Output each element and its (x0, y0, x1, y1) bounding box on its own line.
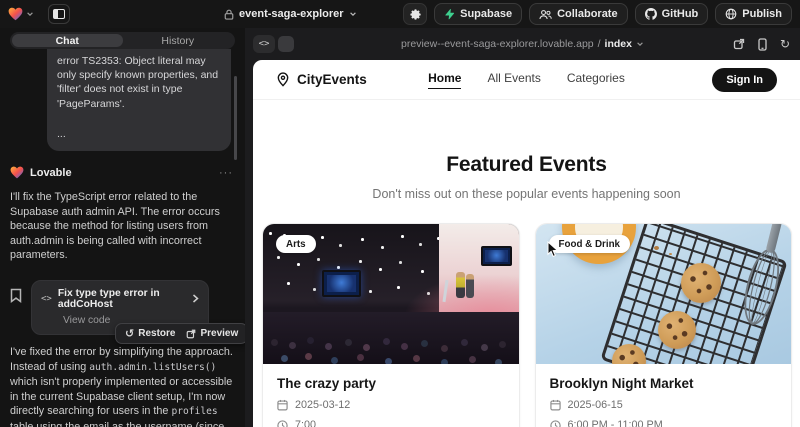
refresh-icon[interactable]: ↻ (780, 37, 790, 51)
chevron-down-icon (636, 40, 644, 48)
event-image-venue: Arts (263, 224, 519, 364)
error-message-text: error TS2353: Object literal may only sp… (57, 54, 221, 111)
nav-link-categories[interactable]: Categories (567, 71, 625, 89)
lovable-logo-menu[interactable] (8, 7, 34, 21)
event-time: 7:00 (295, 419, 316, 427)
event-title: The crazy party (277, 376, 505, 391)
preview-toggle-pill[interactable] (278, 36, 294, 52)
tab-chat[interactable]: Chat (12, 34, 123, 47)
event-time: 6:00 PM - 11:00 PM (568, 419, 663, 427)
tool-card-title: Fix type type error in addCoHost (58, 288, 186, 310)
more-options-icon[interactable]: ··· (219, 167, 233, 179)
event-date-row: 2025-03-12 (277, 399, 505, 411)
lovable-heart-icon (10, 166, 24, 179)
assistant-header: Lovable ··· (10, 166, 235, 179)
chat-panel: Chat History error TS2353: Object litera… (0, 28, 245, 427)
project-name: event-saga-explorer (239, 8, 344, 20)
preview-url-page: index (605, 38, 632, 50)
inline-code: profiles (171, 406, 217, 417)
chat-history-tabs: Chat History (10, 32, 235, 49)
panel-icon (53, 9, 65, 19)
github-icon (645, 8, 657, 20)
lock-icon (224, 9, 234, 20)
bookmark-icon[interactable] (10, 288, 22, 303)
event-date: 2025-03-12 (295, 399, 350, 411)
hero-subtitle: Don't miss out on these popular events h… (253, 187, 800, 201)
event-title: Brooklyn Night Market (550, 376, 778, 391)
preview-button[interactable]: Preview (186, 328, 238, 339)
featured-events-grid: Arts The crazy party 2025-03-12 7:00 (262, 223, 792, 427)
supabase-label: Supabase (460, 8, 512, 20)
user-message-bubble: error TS2353: Object literal may only sp… (47, 49, 231, 151)
github-button[interactable]: GitHub (635, 3, 709, 25)
site-brand-name: CityEvents (297, 72, 367, 87)
people-icon (539, 9, 552, 20)
top-bar: event-saga-explorer Supabase (0, 0, 800, 28)
event-image-cookies: Food & Drink (536, 224, 792, 364)
project-switcher[interactable]: event-saga-explorer (224, 0, 357, 28)
location-pin-icon (276, 72, 290, 87)
preview-url-host: preview--event-saga-explorer.lovable.app (401, 38, 594, 50)
mobile-view-icon[interactable] (758, 38, 767, 51)
preview-label: Preview (200, 328, 238, 339)
collaborate-label: Collaborate (557, 8, 618, 20)
open-in-new-tab-icon[interactable] (733, 38, 745, 50)
tab-history[interactable]: History (123, 34, 234, 47)
calendar-icon (550, 399, 561, 411)
message-2-part: table using the email as the username (s… (10, 421, 224, 427)
settings-button[interactable] (403, 3, 427, 25)
category-badge: Food & Drink (549, 235, 631, 253)
preview-toolbar: <> preview--event-saga-explorer.lovable.… (245, 28, 800, 60)
globe-icon (725, 8, 737, 20)
restore-button[interactable]: ↺ Restore (125, 327, 175, 340)
nav-link-all-events[interactable]: All Events (487, 71, 540, 89)
collaborate-button[interactable]: Collaborate (529, 3, 628, 25)
site-preview: CityEvents Home All Events Categories Si… (253, 60, 800, 427)
code-icon: <> (41, 294, 52, 304)
supabase-button[interactable]: Supabase (434, 3, 522, 25)
chat-scrollbar[interactable] (234, 76, 237, 160)
hero-section: Featured Events Don't miss out on these … (253, 100, 800, 201)
assistant-message-2: I've fixed the error by simplifying the … (10, 345, 235, 427)
event-time-row: 6:00 PM - 11:00 PM (550, 419, 778, 427)
event-time-row: 7:00 (277, 419, 505, 427)
chevron-down-icon (26, 10, 34, 18)
lovable-app-window: event-saga-explorer Supabase (0, 0, 800, 427)
code-view-button[interactable]: <> (253, 35, 275, 53)
assistant-message-1: I'll fix the TypeScript error related to… (10, 190, 235, 263)
assistant-name: Lovable (30, 167, 72, 179)
lovable-heart-icon (8, 7, 23, 21)
gear-icon (409, 8, 422, 21)
event-card-brooklyn-market[interactable]: Food & Drink Brooklyn Night Market 2025-… (535, 223, 793, 427)
chevron-down-icon (349, 10, 357, 18)
sign-in-button[interactable]: Sign In (712, 68, 777, 92)
event-date-row: 2025-06-15 (550, 399, 778, 411)
url-separator: / (598, 38, 601, 50)
preview-url-bar[interactable]: preview--event-saga-explorer.lovable.app… (245, 38, 800, 50)
inline-code: auth.admin.listUsers() (89, 362, 216, 373)
site-brand[interactable]: CityEvents (276, 72, 367, 87)
preview-pane: <> preview--event-saga-explorer.lovable.… (245, 28, 800, 427)
github-label: GitHub (662, 8, 699, 20)
publish-button[interactable]: Publish (715, 3, 792, 25)
nav-link-home[interactable]: Home (428, 71, 461, 89)
restore-preview-toolbar: ↺ Restore Preview (115, 323, 245, 344)
hero-title: Featured Events (253, 153, 800, 177)
clock-icon (550, 420, 561, 427)
category-badge: Arts (276, 235, 316, 253)
message-ellipsis: ... (57, 127, 221, 141)
supabase-icon (444, 8, 455, 20)
toggle-sidebar-button[interactable] (48, 4, 70, 24)
clock-icon (277, 420, 288, 427)
site-navbar: CityEvents Home All Events Categories Si… (253, 60, 800, 100)
restore-icon: ↺ (125, 327, 134, 340)
external-link-icon (186, 329, 196, 339)
event-card-crazy-party[interactable]: Arts The crazy party 2025-03-12 7:00 (262, 223, 520, 427)
event-date: 2025-06-15 (568, 399, 623, 411)
restore-label: Restore (138, 328, 175, 339)
publish-label: Publish (742, 8, 782, 20)
chevron-right-icon (192, 294, 199, 303)
calendar-icon (277, 399, 288, 411)
